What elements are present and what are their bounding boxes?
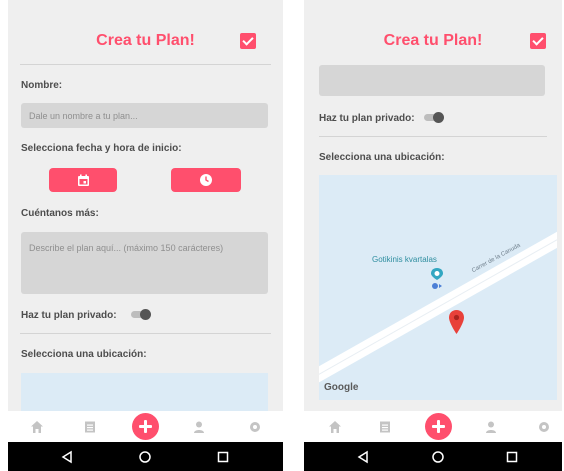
- home-icon[interactable]: [30, 420, 44, 434]
- screen-create-plan-top: Crea tu Plan! Nombre: Dale un nombre a t…: [8, 0, 283, 471]
- confirm-check-icon[interactable]: [530, 33, 546, 49]
- divider: [319, 136, 547, 137]
- list-icon[interactable]: [378, 420, 392, 434]
- bottom-nav: [8, 411, 283, 442]
- clock-icon: [200, 174, 212, 186]
- more-label: Cuéntanos más:: [21, 208, 99, 219]
- back-icon[interactable]: [356, 450, 370, 464]
- list-icon[interactable]: [83, 420, 97, 434]
- divider: [20, 333, 271, 334]
- date-picker-button[interactable]: [49, 168, 117, 192]
- home-circle-icon[interactable]: [138, 450, 152, 464]
- toggle-thumb: [433, 112, 444, 123]
- description-textarea-partial[interactable]: [319, 65, 545, 96]
- profile-icon[interactable]: [192, 420, 206, 434]
- description-textarea[interactable]: Describe el plan aquí... (máximo 150 car…: [21, 232, 268, 294]
- add-plan-button[interactable]: [132, 413, 159, 440]
- form-content: Crea tu Plan! Haz tu plan privado: Selec…: [304, 0, 562, 411]
- bottom-nav: [304, 411, 562, 442]
- form-content: Crea tu Plan! Nombre: Dale un nombre a t…: [8, 0, 283, 411]
- recents-icon[interactable]: [216, 450, 230, 464]
- google-logo: Google: [324, 382, 359, 393]
- add-plan-button[interactable]: [425, 413, 452, 440]
- datetime-label: Selecciona fecha y hora de inicio:: [21, 143, 182, 154]
- time-picker-button[interactable]: [171, 168, 241, 192]
- settings-icon[interactable]: [248, 420, 262, 434]
- private-label: Haz tu plan privado:: [319, 113, 415, 124]
- header: Crea tu Plan!: [8, 0, 283, 64]
- home-icon[interactable]: [328, 420, 342, 434]
- system-nav-bar: [8, 442, 283, 471]
- place-label: Gotikinis kvartalas: [372, 255, 437, 264]
- private-toggle[interactable]: [129, 309, 151, 320]
- plan-name-input[interactable]: Dale un nombre a tu plan...: [21, 103, 268, 128]
- toggle-thumb: [140, 309, 151, 320]
- profile-icon[interactable]: [484, 420, 498, 434]
- screen-create-plan-scrolled: Crea tu Plan! Haz tu plan privado: Selec…: [304, 0, 562, 471]
- recents-icon[interactable]: [505, 450, 519, 464]
- private-label: Haz tu plan privado:: [21, 310, 117, 321]
- settings-icon[interactable]: [537, 420, 551, 434]
- page-title: Crea tu Plan!: [383, 32, 483, 49]
- transit-marker-icon: [431, 268, 443, 289]
- private-toggle[interactable]: [422, 112, 444, 123]
- location-label: Selecciona una ubicación:: [21, 349, 147, 360]
- home-circle-icon[interactable]: [431, 450, 445, 464]
- name-label: Nombre:: [21, 80, 63, 91]
- location-label: Selecciona una ubicación:: [319, 152, 445, 163]
- divider: [20, 64, 271, 65]
- location-pin-icon[interactable]: [448, 309, 465, 335]
- location-map[interactable]: Carrer de la Canuda Gotikinis kvartalas …: [319, 175, 557, 400]
- back-icon[interactable]: [60, 450, 74, 464]
- calendar-icon: [77, 174, 89, 186]
- location-map[interactable]: [21, 373, 268, 411]
- confirm-check-icon[interactable]: [240, 33, 256, 49]
- header: Crea tu Plan!: [304, 0, 562, 64]
- system-nav-bar: [304, 442, 562, 471]
